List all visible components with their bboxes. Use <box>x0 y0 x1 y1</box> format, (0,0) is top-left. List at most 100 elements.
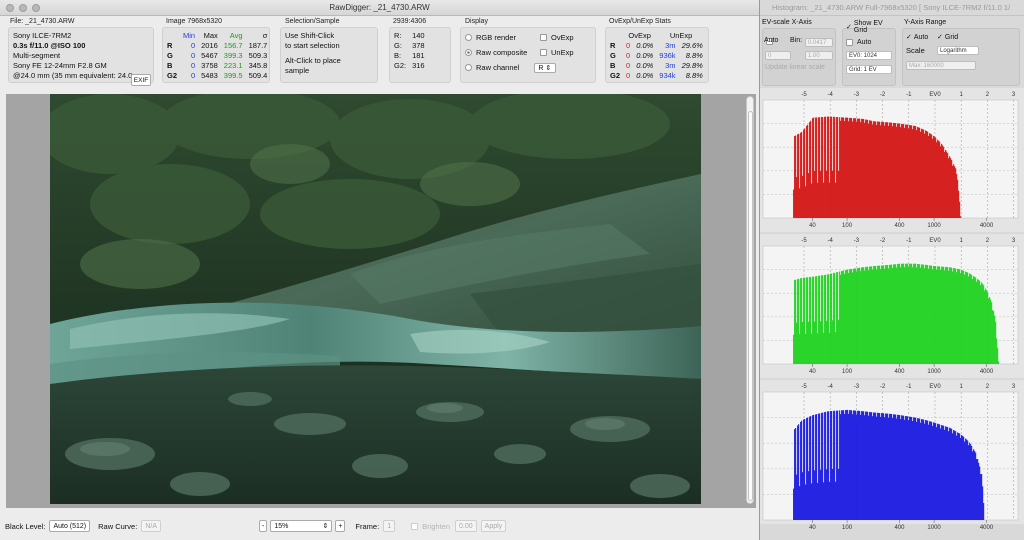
histogram-bar <box>882 413 884 520</box>
histogram-bar <box>969 273 971 364</box>
histogram-bar <box>910 263 912 364</box>
unexp-checkbox[interactable] <box>540 49 547 56</box>
ev0-select[interactable]: EV0: 1024 <box>846 51 892 60</box>
histogram-bar <box>850 269 852 364</box>
histogram-bar <box>943 266 945 364</box>
histogram-bar <box>948 431 950 520</box>
brighten-field[interactable]: 0.00 <box>455 520 477 532</box>
radio-icon[interactable] <box>465 64 472 71</box>
histogram-bar <box>936 269 938 364</box>
raw-curve-field[interactable]: N/A <box>141 520 161 532</box>
update-linear-scale-button[interactable]: Update linear scale <box>765 64 825 71</box>
histogram-bar <box>808 173 810 218</box>
vertical-scrollbar[interactable] <box>746 96 754 504</box>
image-stats-table: Min Max Avg σ R 0 2016 156.7 187.7 G 0 5… <box>167 31 270 81</box>
show-ev-grid-option[interactable]: ✓ Show EV Grid <box>846 20 895 34</box>
unexp-count: 3m <box>665 61 676 70</box>
exif-button[interactable]: EXIF <box>131 74 151 86</box>
histogram-bar <box>851 118 853 218</box>
histogram-bar <box>855 268 857 364</box>
unexp-count: 936k <box>659 51 676 60</box>
histogram-bar <box>988 298 990 364</box>
histogram-bar <box>857 410 859 520</box>
histogram-bar <box>896 126 898 218</box>
stats-sigma: 509.4 <box>248 71 268 80</box>
zoom-in-button[interactable]: + <box>335 520 346 532</box>
y-auto-option[interactable]: ✓ Auto <box>906 33 928 42</box>
histogram-bar <box>829 332 831 364</box>
histogram-bar <box>978 279 980 364</box>
grid-step-select[interactable]: Grid: 1 EV <box>846 65 892 74</box>
display-label: Display <box>465 18 488 25</box>
ev-tick-label: -2 <box>880 92 886 98</box>
histogram-bar <box>894 123 896 218</box>
raw-preview-image[interactable] <box>50 94 701 504</box>
histogram-bar <box>932 138 934 218</box>
ev-tick-label: 1 <box>960 384 964 390</box>
ev-grid-auto-checkbox[interactable] <box>846 39 853 46</box>
scale-select[interactable]: Logarithm <box>937 46 979 55</box>
histogram-bar <box>830 411 832 520</box>
y-grid-option[interactable]: ✓ Grid <box>937 33 958 42</box>
histogram-bar <box>887 265 889 364</box>
lin-tick-label: 100 <box>842 369 853 375</box>
y-max-field[interactable]: Max: 160000 <box>906 61 976 70</box>
ev-min-field[interactable]: 0 <box>765 51 791 60</box>
radio-icon[interactable] <box>465 34 472 41</box>
lin-tick-label: 1000 <box>927 223 941 229</box>
histogram-bar <box>933 135 935 218</box>
header-unexp: UnExp <box>669 31 693 40</box>
apply-button[interactable]: Apply <box>480 520 507 532</box>
histogram-bar <box>861 118 863 218</box>
histogram-bar <box>858 267 860 364</box>
histogram-bar <box>965 271 967 364</box>
zoom-select[interactable]: 15% ⇕ <box>270 520 333 532</box>
histogram-bar <box>897 414 899 520</box>
histogram-bar <box>833 410 835 520</box>
histogram-bar <box>903 124 905 218</box>
frame-stepper[interactable]: 1 <box>383 520 396 532</box>
histogram-bar <box>828 274 830 364</box>
histogram-bar <box>911 125 913 218</box>
histogram-bar <box>799 334 801 364</box>
histogram-bar <box>875 412 877 520</box>
black-level-select[interactable]: Auto (512) <box>49 520 91 532</box>
histogram-bar <box>923 419 925 520</box>
ovexp-checkbox[interactable] <box>540 34 547 41</box>
stats-sigma: 187.7 <box>248 41 268 50</box>
histogram-bar <box>810 416 812 520</box>
histogram-bar <box>831 273 833 364</box>
image-viewer[interactable] <box>6 94 756 508</box>
lin-tick-label: 40 <box>809 223 816 229</box>
brighten-checkbox[interactable] <box>411 522 419 530</box>
histogram-blue: -5-4-3-2-1EV01234401004001000400016000 <box>760 380 1024 531</box>
unexp-count: 934k <box>659 71 676 80</box>
histogram-bar <box>831 116 833 218</box>
zoom-out-button[interactable]: - <box>258 520 268 532</box>
stats-min: 0 <box>190 51 196 60</box>
stats-channel: R <box>167 41 173 50</box>
raw-channel-label: Raw channel <box>476 62 520 72</box>
stats-avg: 399.3 <box>223 51 243 60</box>
scroll-thumb[interactable] <box>748 111 753 501</box>
histogram-bar <box>810 276 812 364</box>
rgb-render-option[interactable]: RGB render OvExp <box>465 30 591 45</box>
ev-grid-auto-option[interactable]: Auto <box>846 39 871 46</box>
bin-field[interactable]: 0.0417 <box>805 38 833 47</box>
radio-selected-icon[interactable] <box>465 49 472 56</box>
histogram-bar <box>840 414 842 520</box>
channel-select[interactable]: R ⇕ <box>534 62 557 73</box>
raw-channel-option[interactable]: Raw channel R ⇕ <box>465 60 591 75</box>
ev-max-field[interactable]: 1.00 <box>805 51 833 60</box>
histogram-bar <box>814 321 816 364</box>
histogram-bar <box>818 413 820 520</box>
histogram-bar <box>824 116 826 218</box>
histogram-bar <box>847 269 849 364</box>
stats-avg: 223.1 <box>223 61 243 70</box>
histogram-bar <box>880 125 882 218</box>
histogram-bar <box>960 438 962 520</box>
raw-composite-option[interactable]: Raw composite UnExp <box>465 45 591 60</box>
sample-row: R: 140 <box>394 31 428 41</box>
histogram-bar <box>848 121 850 218</box>
histogram-bar <box>901 415 903 520</box>
